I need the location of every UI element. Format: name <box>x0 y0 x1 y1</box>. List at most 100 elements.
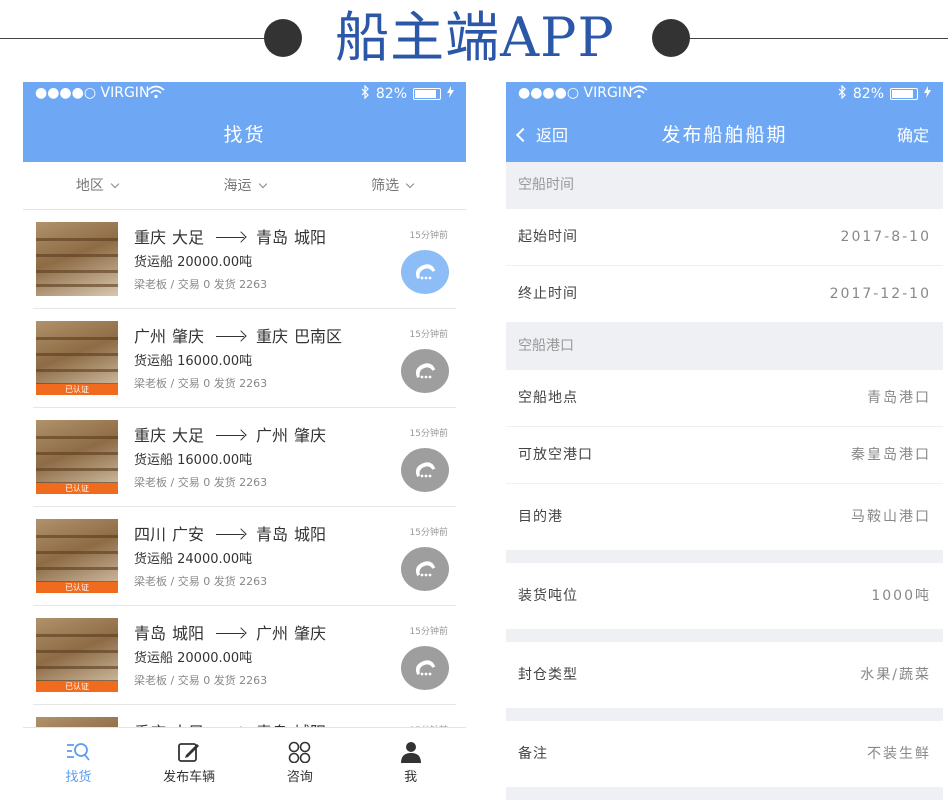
route: 四川 广安 青岛 城阳 <box>134 521 326 545</box>
banner-title: 船主端APP <box>335 6 615 69</box>
list-item[interactable]: 重庆 大足 青岛 城阳 货运船 20000.00吨 梁老板 / 交易 0 发货 2263 1… <box>33 210 456 309</box>
battery-icon <box>890 88 918 100</box>
schedule-form: 空船时间 起始时间 2017-8-10 终止时间 2017-12-10 空船港口… <box>506 162 943 788</box>
certified-badge: 已认证 <box>36 582 118 593</box>
divider <box>506 709 943 721</box>
arrow-right-icon <box>216 534 245 535</box>
dest-city: 城阳 <box>294 228 327 247</box>
route: 青岛 城阳 广州 肇庆 <box>134 620 326 644</box>
status-right: 82% <box>361 84 454 103</box>
tab-find-goods[interactable]: 找货 <box>23 728 134 800</box>
charging-icon <box>924 86 931 102</box>
grid-icon <box>245 740 356 764</box>
origin-city: 大足 <box>172 228 205 247</box>
note-label: 备注 <box>518 746 548 762</box>
owner-meta: 梁老板 / 交易 0 发货 2263 <box>134 476 268 489</box>
arrow-right-icon <box>216 237 245 238</box>
ship-capacity: 货运船 16000.00吨 <box>134 453 253 468</box>
section-empty-port: 空船港口 <box>506 323 943 370</box>
certified-badge: 已认证 <box>36 483 118 494</box>
origin-city: 城阳 <box>172 624 205 643</box>
wifi-icon <box>630 85 648 103</box>
ship-capacity: 货运船 20000.00吨 <box>134 255 253 270</box>
list-item[interactable]: 已认证 广州 肇庆 重庆 巴南区 货运船 16000.00吨 梁老板 / 交易 0 发货 2… <box>33 309 456 408</box>
battery-icon <box>413 88 441 100</box>
confirm-button[interactable]: 确定 <box>897 122 929 146</box>
cargo-photo: 已认证 <box>36 420 118 494</box>
carrier-label: ●●●●○ VIRGIN <box>35 85 150 101</box>
filter-shipping[interactable]: 海运 <box>171 162 319 209</box>
filter-region[interactable]: 地区 <box>23 162 171 209</box>
divider <box>506 551 943 563</box>
dest-province: 广州 <box>256 426 289 445</box>
banner-dot-left <box>264 19 302 57</box>
note-row[interactable]: 备注 不装生鲜 <box>506 721 943 788</box>
call-button[interactable] <box>401 646 449 690</box>
destination-label: 目的港 <box>518 509 563 525</box>
dest-city: 肇庆 <box>294 624 327 643</box>
cargo-photo <box>36 222 118 296</box>
owner-meta: 梁老板 / 交易 0 发货 2263 <box>134 278 268 291</box>
tab-consult[interactable]: 咨询 <box>245 728 356 800</box>
certified-badge: 已认证 <box>36 681 118 692</box>
phone-publish-schedule: ●●●●○ VIRGIN 82% 返回 发布船舶船期 确定 空船时间 起始时间 … <box>506 82 943 800</box>
dest-province: 重庆 <box>256 327 289 346</box>
cargo-photo: 已认证 <box>36 618 118 692</box>
call-button[interactable] <box>401 448 449 492</box>
tab-bar: 找货 发布车辆 咨询 我 <box>23 727 466 800</box>
cargo-photo <box>36 717 118 727</box>
call-button[interactable] <box>401 349 449 393</box>
status-bar: ●●●●○ VIRGIN 82% <box>23 82 466 106</box>
list-item[interactable]: 已认证 青岛 城阳 广州 肇庆 货运船 20000.00吨 梁老板 / 交易 0 发货 22… <box>33 606 456 705</box>
start-time-value: 2017-8-10 <box>840 229 931 245</box>
route: 重庆大足青岛城阳 <box>134 719 326 727</box>
search-list-icon <box>23 740 134 764</box>
nav-bar: 找货 <box>23 106 466 162</box>
route: 广州 肇庆 重庆 巴南区 <box>134 323 342 347</box>
ship-capacity: 货运船 16000.00吨 <box>134 354 253 369</box>
hold-type-row[interactable]: 封仓类型 水果/蔬菜 <box>506 642 943 709</box>
call-button[interactable] <box>401 547 449 591</box>
bluetooth-icon <box>361 84 370 103</box>
section-empty-time: 空船时间 <box>506 162 943 209</box>
origin-province: 重庆 <box>134 426 167 445</box>
location-label: 空船地点 <box>518 390 578 406</box>
list-item[interactable]: 已认证 四川 广安 青岛 城阳 货运船 24000.00吨 梁老板 / 交易 0 发货 22… <box>33 507 456 606</box>
post-time: 15分钟前 <box>409 627 448 637</box>
release-port-label: 可放空港口 <box>518 447 593 463</box>
hold-type-label: 封仓类型 <box>518 667 578 683</box>
phone-find-goods: ●●●●○ VIRGIN 82% 找货 地区 海运 筛选 重庆 大足 青岛 城阳 货运船… <box>23 82 466 800</box>
charging-icon <box>447 86 454 102</box>
page-title: 找货 <box>223 124 266 146</box>
call-button[interactable] <box>401 250 449 294</box>
start-time-row[interactable]: 起始时间 2017-8-10 <box>506 209 943 266</box>
post-time: 15分钟前 <box>409 528 448 538</box>
filter-label: 筛选 <box>371 178 400 194</box>
tab-label: 我 <box>404 770 418 785</box>
list-item[interactable]: 已认证 重庆 大足 广州 肇庆 货运船 16000.00吨 梁老板 / 交易 0 发货 22… <box>33 408 456 507</box>
filter-screen[interactable]: 筛选 <box>318 162 466 209</box>
destination-row[interactable]: 目的港 马鞍山港口 <box>506 484 943 551</box>
phone-icon <box>412 559 438 579</box>
owner-meta: 梁老板 / 交易 0 发货 2263 <box>134 575 268 588</box>
release-port-row[interactable]: 可放空港口 秦皇岛港口 <box>506 427 943 484</box>
battery-percent: 82% <box>852 86 884 102</box>
origin-city: 广安 <box>172 525 205 544</box>
divider <box>506 630 943 642</box>
cargo-photo: 已认证 <box>36 519 118 593</box>
chevron-down-icon <box>110 179 120 189</box>
ship-capacity: 货运船 20000.00吨 <box>134 651 253 666</box>
location-row[interactable]: 空船地点 青岛港口 <box>506 370 943 427</box>
tab-publish-vehicle[interactable]: 发布车辆 <box>134 728 245 800</box>
start-time-label: 起始时间 <box>518 229 578 245</box>
origin-province: 四川 <box>134 525 167 544</box>
tonnage-row[interactable]: 装货吨位 1000吨 <box>506 563 943 630</box>
phone-icon <box>412 262 438 282</box>
tonnage-value: 1000吨 <box>871 588 931 604</box>
tab-me[interactable]: 我 <box>355 728 466 800</box>
end-time-row[interactable]: 终止时间 2017-12-10 <box>506 266 943 323</box>
owner-meta: 梁老板 / 交易 0 发货 2263 <box>134 377 268 390</box>
post-time: 15分钟前 <box>409 429 448 439</box>
end-time-value: 2017-12-10 <box>829 286 931 302</box>
list-item[interactable]: 重庆大足青岛城阳15分钟前 <box>33 705 456 727</box>
